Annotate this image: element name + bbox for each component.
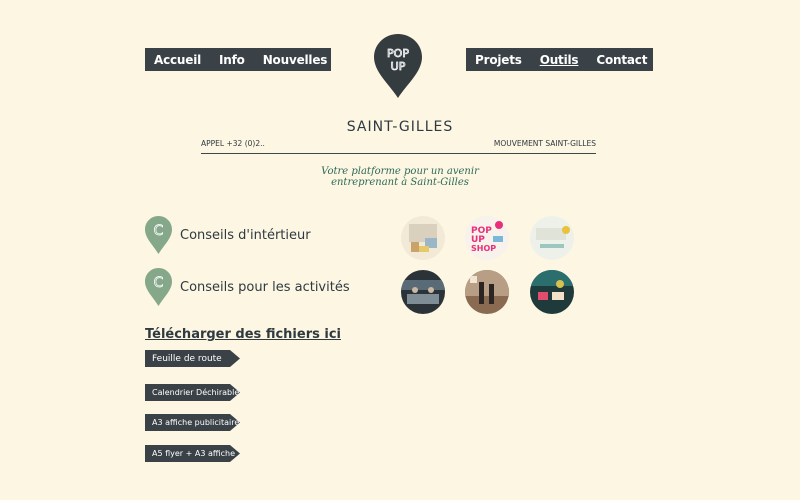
svg-text:C: C [154,275,164,291]
activity-photo-1[interactable] [401,270,445,314]
download-roadmap-button[interactable]: Feuille de route [145,350,240,367]
download-a5-flyer-button[interactable]: A5 flyer + A3 affiche [145,445,240,462]
movement-text: MOUVEMENT SAINT-GILLES [493,139,596,148]
activity-photo-2[interactable] [465,270,509,314]
downloads-title: Télécharger des fichiers ici [145,327,341,342]
main-nav-right: Projets Outils Contact [466,48,653,71]
logo-text-line1: POP [387,47,409,60]
interior-photo-3[interactable] [530,216,574,260]
interior-advice-link[interactable]: C Conseils d'intértieur [145,216,311,254]
download-calendar-button[interactable]: Calendrier Déchirable [145,384,240,401]
tagline-line1: Votre platforme pour un avenir [321,166,479,177]
tagline: Votre platforme pour un avenir entrepren… [0,166,800,188]
header-divider [201,153,596,154]
phone-text: APPEL +32 (0)2.. [201,139,265,148]
interior-advice-label: Conseils d'intértieur [180,227,311,243]
activity-photo-3[interactable] [530,270,574,314]
location-pin-icon: C [145,268,172,306]
interior-photo-1[interactable] [401,216,445,260]
nav-contact[interactable]: Contact [587,53,656,67]
page-title: SAINT-GILLES [346,119,454,135]
activities-advice-label: Conseils pour les activités [180,279,350,295]
nav-info[interactable]: Info [210,53,254,67]
svg-text:SHOP: SHOP [471,244,496,253]
download-a3-poster-button[interactable]: A3 affiche publicitaire [145,414,240,431]
activities-advice-link[interactable]: C Conseils pour les activités [145,268,350,306]
tagline-line2: entreprenant à Saint-Gilles [331,177,469,188]
nav-outils[interactable]: Outils [531,53,588,67]
main-nav-left: Accueil Info Nouvelles [145,48,331,71]
popup-shop-poster[interactable]: POP UP SHOP [465,216,509,260]
popup-logo-icon[interactable]: POP UP [374,34,422,98]
nav-projets[interactable]: Projets [466,53,531,67]
nav-accueil[interactable]: Accueil [145,53,210,67]
logo-text-line2: UP [391,60,406,73]
location-pin-icon: C [145,216,172,254]
nav-nouvelles[interactable]: Nouvelles [254,53,337,67]
svg-text:C: C [154,223,164,239]
